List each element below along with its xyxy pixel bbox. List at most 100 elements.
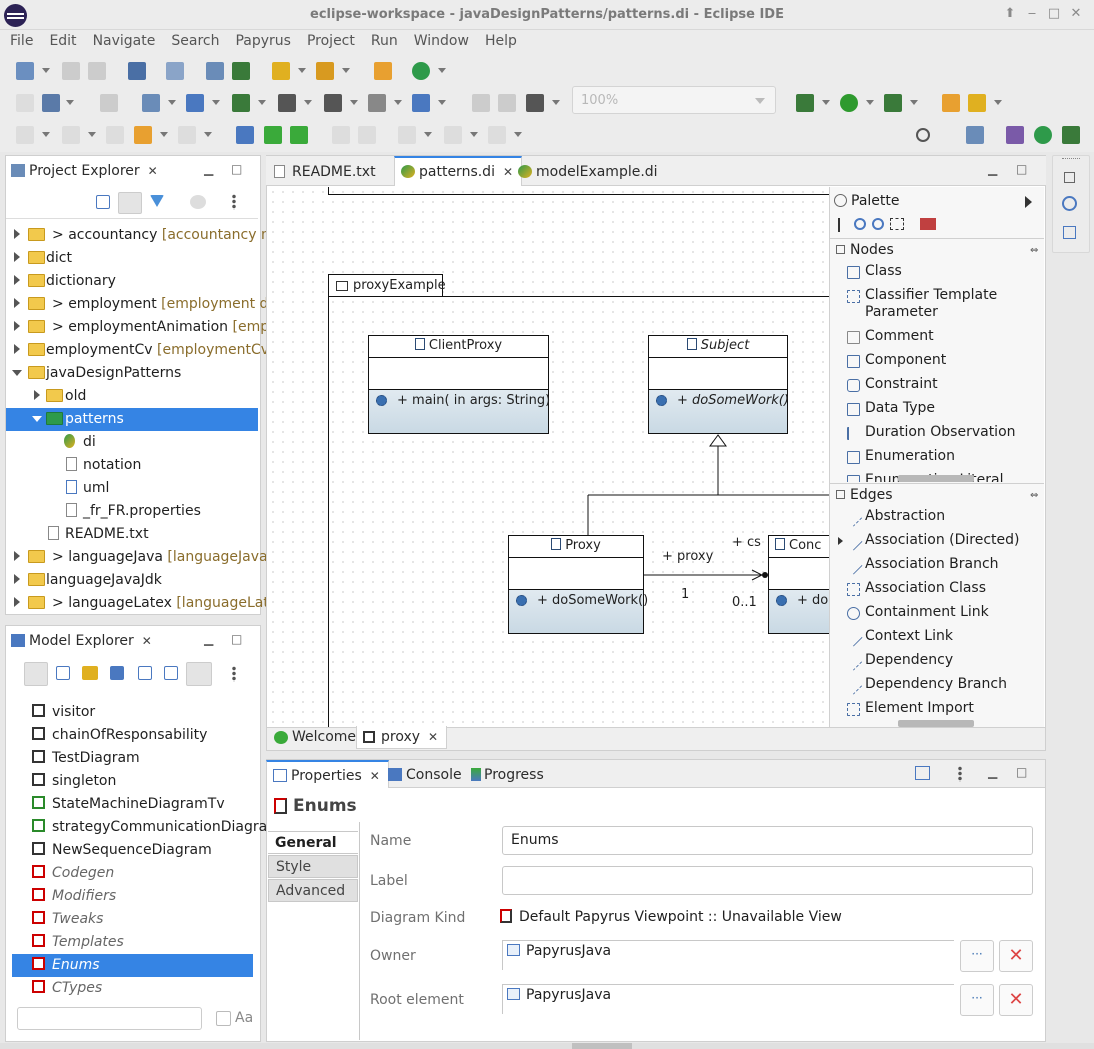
tree-item-notation[interactable]: notation [6,454,258,477]
pin-icon[interactable] [16,126,34,144]
papyrus-dropdown-icon[interactable] [438,68,446,73]
distribute-dropdown-icon[interactable] [304,100,312,105]
new-diagram-icon[interactable] [272,62,290,80]
font-dropdown-icon[interactable] [424,132,432,137]
zoom-out-icon[interactable] [872,218,884,230]
minimize-window-button[interactable]: ‒ [1024,6,1040,22]
papyrus-perspective-icon[interactable] [1034,126,1052,144]
fill-dropdown-icon[interactable] [470,132,478,137]
layout-dropdown-icon[interactable] [394,100,402,105]
trim-handle[interactable] [1062,158,1080,161]
palette-collapse-icon[interactable] [1025,196,1032,208]
pointer-icon[interactable] [838,218,850,232]
ungroup-icon[interactable] [498,94,516,112]
table-dropdown-icon[interactable] [342,68,350,73]
tree-item-ctypes[interactable]: CTypes [12,977,253,1000]
tree-item-visitor[interactable]: visitor [12,701,253,724]
collapse-all-icon[interactable] [96,195,110,209]
route-icon[interactable] [324,94,342,112]
size-icon[interactable] [412,94,430,112]
copy-icon[interactable] [100,94,118,112]
expand-all-icon[interactable] [138,666,152,680]
size-dropdown-icon[interactable] [438,100,446,105]
filter-icon[interactable] [150,195,164,209]
list-view-icon[interactable] [24,662,48,686]
tab-readme[interactable]: README.txt [268,158,384,184]
association-multiplicity-2[interactable]: 0..1 [732,595,757,610]
menu-window[interactable]: Window [404,30,475,49]
menu-run[interactable]: Run [361,30,404,49]
class-proxy[interactable]: Proxy + doSomeWork() [508,535,648,634]
tools-icon[interactable] [968,94,986,112]
marker-dropdown-icon[interactable] [88,132,96,137]
align-dropdown-icon[interactable] [258,100,266,105]
open-perspective-icon[interactable] [966,126,984,144]
link-with-editor-icon[interactable] [118,192,142,214]
tree-item-javadesignpatterns[interactable]: javaDesignPatterns [6,362,258,385]
tab-properties[interactable]: Properties ✕ [266,760,389,788]
tree-item-languagelatex[interactable]: > languageLatex [languageLatex [6,592,286,615]
show-diagrams-icon[interactable] [82,666,98,680]
previous-icon[interactable] [264,126,282,144]
run-dropdown-icon[interactable] [866,100,874,105]
terminal-icon[interactable] [128,62,146,80]
debug-icon[interactable] [796,94,814,112]
align-icon[interactable] [232,94,250,112]
tab-proxy[interactable]: proxy ✕ [356,726,448,749]
distribute-icon[interactable] [278,94,296,112]
tree-item-singleton[interactable]: singleton [12,770,253,793]
close-icon[interactable]: ✕ [370,769,380,783]
operation-label[interactable]: + do [797,593,828,608]
edges-drawer-header[interactable]: Edges [836,487,893,503]
minimize-icon[interactable]: ▁ [988,163,1000,175]
tree-item-dict[interactable]: dict [6,247,258,270]
fill-color-icon[interactable] [444,126,462,144]
restore-icon[interactable] [1064,172,1075,183]
line-dropdown-icon[interactable] [514,132,522,137]
run-icon[interactable] [840,94,858,112]
tab-style[interactable]: Style [268,855,358,878]
tree-item-chainofresponsability[interactable]: chainOfResponsability [12,724,253,747]
outline-icon[interactable] [1063,226,1076,239]
open-folder-icon[interactable] [942,94,960,112]
close-icon[interactable]: ✕ [148,164,158,178]
minimize-icon[interactable]: ▁ [204,633,216,645]
nodes-scrollbar[interactable] [898,475,974,482]
back-icon[interactable] [134,126,152,144]
maximize-icon[interactable]: □ [231,633,243,645]
root-element-delete-button[interactable]: ✕ [999,984,1033,1016]
tree-item-employmentanimation[interactable]: > employmentAnimation [emplo [6,316,282,339]
save-all-icon[interactable] [88,62,106,80]
zoom-in-icon[interactable] [854,218,866,230]
tree-item-languagejava[interactable]: > languageJava [languageJava m [6,546,286,569]
menu-papyrus[interactable]: Papyrus [225,30,297,49]
tree-item-employmentcv[interactable]: employmentCv [employmentCv [6,339,269,362]
link-icon[interactable] [232,62,250,80]
debug-perspective-icon[interactable] [1062,126,1080,144]
tree-view-icon[interactable] [56,666,70,680]
marquee-connections-icon[interactable] [920,218,936,230]
collapse-all-icon[interactable] [164,666,178,680]
view-menu-icon[interactable] [232,194,236,210]
tree-item-old[interactable]: old [6,385,258,408]
close-icon[interactable]: ✕ [428,730,438,744]
diagram-canvas[interactable]: proxyExample ClientProxy + main( in args… [268,187,829,727]
tree-item-newsequencediagram[interactable]: NewSequenceDiagram [12,839,253,862]
tab-welcome[interactable]: Welcome [268,726,364,749]
tree-item-codegen[interactable]: Codegen [12,862,253,885]
window-up-icon[interactable]: ⬆ [1002,6,1018,22]
modeling-perspective-icon[interactable] [1006,126,1024,144]
close-icon[interactable]: ✕ [142,634,152,648]
tree-item-accountancy[interactable]: > accountancy [accountancy ma [6,224,283,247]
table-icon[interactable] [316,62,334,80]
tab-advanced[interactable]: Advanced [268,879,358,902]
zoom-combo[interactable]: 100% [572,86,776,114]
new-dropdown-icon[interactable] [42,68,50,73]
papyrus-icon[interactable] [412,62,430,80]
font-icon[interactable] [398,126,416,144]
tree-item-patterns[interactable]: patterns [6,408,258,431]
association-multiplicity-1[interactable]: 1 [681,587,689,602]
debug-dropdown-icon[interactable] [822,100,830,105]
new-icon[interactable] [16,62,34,80]
select-dropdown-icon[interactable] [168,100,176,105]
